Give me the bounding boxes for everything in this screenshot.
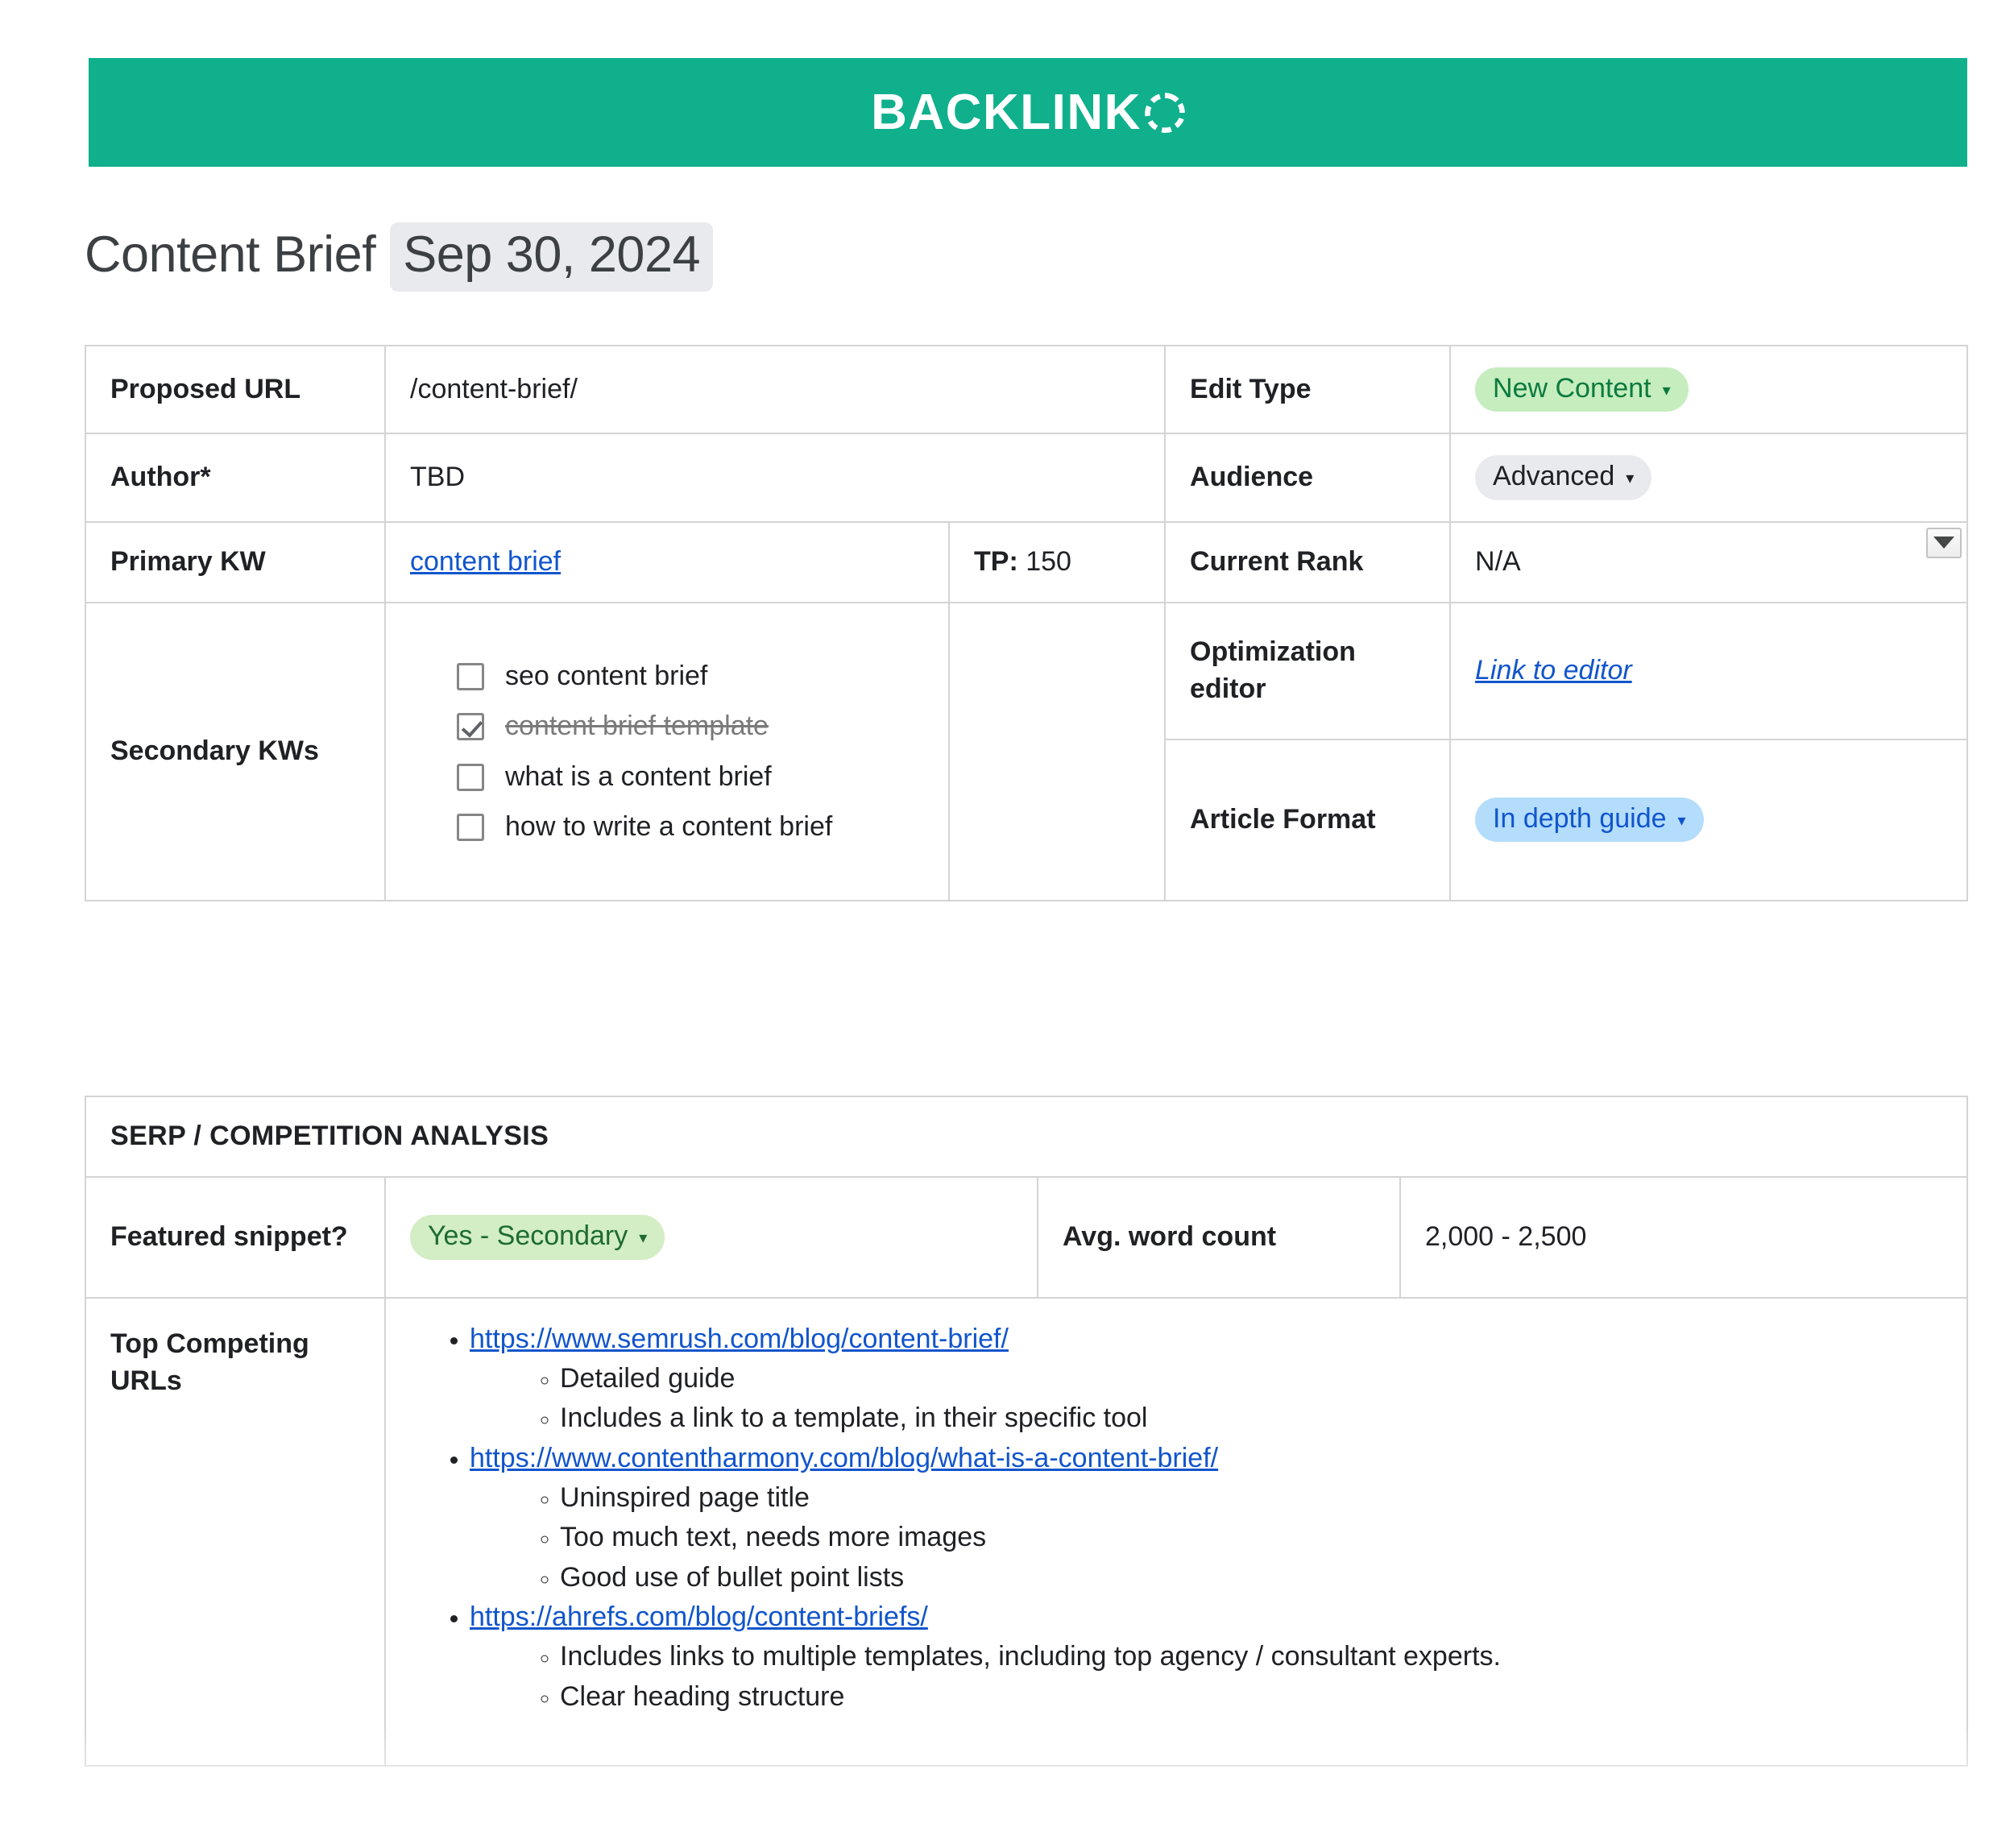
optimization-editor-link[interactable]: Link to editor [1475, 655, 1632, 686]
featured-snippet-cell: Yes - Secondary ▾ [384, 1175, 1038, 1299]
secondary-kw-text: content brief template [505, 711, 769, 742]
current-rank-cell: N/A [1449, 520, 1969, 603]
secondary-kw-text: what is a content brief [505, 760, 772, 792]
list-item[interactable]: seo content brief [457, 658, 924, 694]
edit-type-label: Edit Type [1164, 344, 1452, 435]
primary-kw-label: Primary KW [85, 520, 386, 603]
article-format-label: Article Format [1164, 738, 1452, 901]
list-item: Includes a link to a template, in their … [560, 1398, 1942, 1438]
competing-url-link[interactable]: https://ahrefs.com/blog/content-briefs/ [470, 1601, 928, 1632]
chevron-down-icon: ▾ [1626, 470, 1635, 488]
featured-snippet-chip[interactable]: Yes - Secondary ▾ [410, 1215, 665, 1260]
serp-section-header: SERP / COMPETITION ANALYSIS [84, 1096, 1969, 1178]
secondary-kw-text: seo content brief [505, 661, 708, 692]
list-item: Clear heading structure [560, 1677, 1942, 1717]
checkbox-unchecked-icon[interactable] [457, 663, 484, 691]
top-competing-urls-cell: https://www.semrush.com/blog/content-bri… [383, 1296, 1969, 1767]
tp-value: 150 [1026, 545, 1071, 577]
secondary-kws-empty-cell [947, 601, 1167, 901]
audience-cell: Advanced ▾ [1449, 433, 1969, 523]
audience-label: Audience [1164, 433, 1452, 523]
table-row: Proposed URL /content-brief/ Edit Type N… [85, 344, 1969, 435]
list-item: Uninspired page title [560, 1478, 1942, 1518]
article-format-chip-label: In depth guide [1493, 802, 1667, 834]
list-item: Detailed guide [560, 1359, 1942, 1398]
competing-url-notes: Uninspired page title Too much text, nee… [470, 1478, 1942, 1597]
primary-kw-tp-cell: TP: 150 [947, 520, 1167, 603]
list-item: Includes links to multiple templates, in… [560, 1637, 1942, 1676]
chevron-down-icon: ▾ [1662, 381, 1671, 400]
table-row: Featured snippet? Yes - Secondary ▾ Avg.… [85, 1175, 1969, 1299]
secondary-kw-list: seo content brief content brief template… [410, 658, 924, 844]
author-value[interactable]: TBD [383, 433, 1167, 523]
proposed-url-label: Proposed URL [85, 344, 386, 435]
secondary-kws-list-cell: seo content brief content brief template… [384, 601, 950, 901]
competing-url-notes: Detailed guide Includes a link to a temp… [470, 1359, 1942, 1439]
secondary-kw-text: how to write a content brief [505, 810, 833, 842]
content-brief-page: BACKLINK Content Brief Sep 30, 2024 Prop… [0, 0, 2014, 1848]
proposed-url-value[interactable]: /content-brief/ [383, 344, 1167, 435]
checkbox-unchecked-icon[interactable] [457, 813, 484, 841]
table-row: Top Competing URLs https://www.semrush.c… [85, 1296, 1969, 1767]
audience-chip[interactable]: Advanced ▾ [1475, 455, 1652, 500]
chevron-down-icon [1933, 537, 1955, 549]
primary-kw-value: content brief [384, 520, 950, 603]
top-competing-urls-label: Top Competing URLs [85, 1296, 386, 1767]
list-item: https://ahrefs.com/blog/content-briefs/ … [470, 1597, 1942, 1717]
page-title-date-chip: Sep 30, 2024 [390, 222, 714, 292]
serp-analysis-wrapper: SERP / COMPETITION ANALYSIS Featured sni… [84, 1096, 1969, 1767]
current-rank-label: Current Rank [1164, 520, 1452, 603]
author-label: Author* [85, 433, 386, 523]
audience-chip-label: Advanced [1493, 461, 1615, 492]
list-item[interactable]: content brief template [457, 708, 924, 744]
competing-url-notes: Includes links to multiple templates, in… [470, 1637, 1942, 1717]
dropdown-selector-button[interactable] [1926, 527, 1962, 558]
optimization-editor-cell: Link to editor [1449, 601, 1969, 740]
primary-kw-link[interactable]: content brief [410, 546, 561, 577]
edit-type-chip-label: New Content [1493, 373, 1651, 404]
checkbox-unchecked-icon[interactable] [457, 763, 484, 791]
brand-header-band: BACKLINK [89, 58, 1967, 167]
chevron-down-icon: ▾ [639, 1229, 648, 1247]
edit-type-chip[interactable]: New Content ▾ [1475, 367, 1689, 412]
edit-type-cell: New Content ▾ [1449, 344, 1969, 435]
ring-o-icon [1145, 92, 1185, 133]
article-format-cell: In depth guide ▾ [1449, 738, 1969, 901]
page-title-label: Content Brief [85, 226, 376, 283]
featured-snippet-label: Featured snippet? [85, 1175, 386, 1299]
page-title: Content Brief Sep 30, 2024 [85, 222, 714, 292]
brief-meta-table: Proposed URL /content-brief/ Edit Type N… [85, 344, 1969, 901]
competing-url-link[interactable]: https://www.contentharmony.com/blog/what… [470, 1443, 1218, 1473]
checkbox-checked-icon[interactable] [457, 713, 484, 741]
table-row: Author* TBD Audience Advanced ▾ [85, 433, 1969, 523]
competing-urls-list: https://www.semrush.com/blog/content-bri… [410, 1320, 1942, 1717]
list-item: Good use of bullet point lists [560, 1558, 1942, 1597]
current-rank-value: N/A [1475, 545, 1521, 577]
list-item: https://www.semrush.com/blog/content-bri… [470, 1320, 1942, 1439]
brand-wordmark: BACKLINK [871, 84, 1142, 140]
article-format-chip[interactable]: In depth guide ▾ [1475, 797, 1704, 843]
serp-analysis-table: SERP / COMPETITION ANALYSIS Featured sni… [84, 1096, 1969, 1767]
list-item[interactable]: what is a content brief [457, 759, 924, 794]
tp-label: TP: [974, 545, 1018, 577]
featured-snippet-chip-label: Yes - Secondary [428, 1220, 628, 1252]
avg-word-count-value: 2,000 - 2,500 [1399, 1175, 1969, 1299]
chevron-down-icon: ▾ [1677, 811, 1686, 830]
table-row: Primary KW content brief TP: 150 Current… [85, 520, 1969, 603]
list-item[interactable]: how to write a content brief [457, 809, 924, 844]
avg-word-count-label: Avg. word count [1037, 1175, 1401, 1299]
competing-url-link[interactable]: https://www.semrush.com/blog/content-bri… [470, 1324, 1009, 1354]
list-item: Too much text, needs more images [560, 1518, 1942, 1557]
optimization-editor-label: Optimization editor [1164, 601, 1452, 740]
backlinko-logo: BACKLINK [871, 84, 1185, 140]
table-row: Secondary KWs seo content brief content … [85, 601, 1969, 901]
serp-section-header-row: SERP / COMPETITION ANALYSIS [84, 1096, 1969, 1178]
brief-meta-table-wrapper: Proposed URL /content-brief/ Edit Type N… [85, 344, 1969, 901]
list-item: https://www.contentharmony.com/blog/what… [470, 1439, 1942, 1597]
secondary-kws-label: Secondary KWs [85, 601, 386, 901]
